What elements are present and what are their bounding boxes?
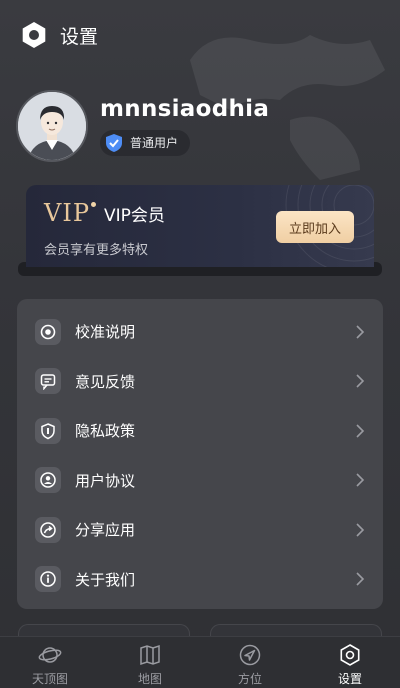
vip-title-row: VIP VIP会员 xyxy=(44,199,165,227)
badge-label: 普通用户 xyxy=(130,136,179,150)
menu-item-user-agreement[interactable]: 用户协议 xyxy=(17,456,383,506)
bottom-tab-bar: 天顶图 地图 方位 设置 xyxy=(0,636,400,688)
user-agreement-icon xyxy=(35,467,61,494)
chevron-right-icon xyxy=(356,374,365,388)
user-profile[interactable]: mnnsiaodhia 普通用户 xyxy=(16,90,269,162)
avatar[interactable] xyxy=(16,90,88,162)
chevron-right-icon xyxy=(356,473,365,487)
vip-logo-dot xyxy=(90,202,96,207)
share-icon xyxy=(35,516,61,543)
chevron-right-icon xyxy=(356,325,365,339)
menu-item-label: 隐私政策 xyxy=(75,422,136,441)
app-header: 设置 xyxy=(20,20,98,50)
hexagon-logo-icon xyxy=(22,22,46,48)
username: mnnsiaodhia xyxy=(100,95,270,122)
status-badge: 普通用户 xyxy=(100,129,191,156)
tab-label: 方位 xyxy=(237,672,262,686)
page-title: 设置 xyxy=(60,25,99,48)
shield-check-icon xyxy=(106,133,122,152)
privacy-shield-icon xyxy=(35,417,61,444)
vip-subtitle: 会员享有更多特权 xyxy=(44,243,149,258)
menu-item-label: 校准说明 xyxy=(75,323,136,342)
settings-menu: 校准说明 意见反馈 隐私政策 用户协议 分享应用 关于我们 xyxy=(17,299,383,609)
menu-item-label: 关于我们 xyxy=(75,570,136,589)
profile-info: mnnsiaodhia 普通用户 xyxy=(100,96,269,157)
tab-direction[interactable]: 方位 xyxy=(200,637,300,688)
menu-item-label: 用户协议 xyxy=(75,471,136,490)
menu-item-about[interactable]: 关于我们 xyxy=(17,555,383,605)
vip-title: VIP会员 xyxy=(103,206,165,226)
menu-item-label: 意见反馈 xyxy=(75,372,136,391)
calibration-icon xyxy=(35,318,61,345)
chevron-right-icon xyxy=(356,572,365,586)
chevron-right-icon xyxy=(356,424,365,438)
menu-item-feedback[interactable]: 意见反馈 xyxy=(17,357,383,407)
avatar-illustration-icon xyxy=(18,92,86,160)
tab-label: 设置 xyxy=(337,672,362,686)
settings-hexagon-icon xyxy=(340,644,360,666)
feedback-icon xyxy=(35,368,61,395)
planet-icon xyxy=(38,647,62,663)
map-icon xyxy=(140,644,160,666)
tab-label: 地图 xyxy=(137,672,162,686)
tab-settings[interactable]: 设置 xyxy=(300,637,400,688)
menu-item-calibration[interactable]: 校准说明 xyxy=(17,307,383,357)
menu-item-privacy[interactable]: 隐私政策 xyxy=(17,406,383,456)
chevron-right-icon xyxy=(356,523,365,537)
vip-card[interactable]: VIP VIP会员 会员享有更多特权 立即加入 xyxy=(26,185,374,267)
menu-item-share[interactable]: 分享应用 xyxy=(17,505,383,555)
menu-item-label: 分享应用 xyxy=(75,521,136,540)
tab-label: 天顶图 xyxy=(31,672,68,686)
vip-logo: VIP xyxy=(44,199,90,227)
tab-map[interactable]: 地图 xyxy=(100,637,200,688)
compass-navigation-icon xyxy=(239,644,261,666)
settings-screen: 设置 mnnsiaodhia 普通用户 VIP VIP会员 会员享有更多特权 立… xyxy=(0,0,400,688)
tab-zenith[interactable]: 天顶图 xyxy=(0,637,100,688)
info-icon xyxy=(35,566,61,593)
join-vip-button[interactable]: 立即加入 xyxy=(276,211,354,243)
